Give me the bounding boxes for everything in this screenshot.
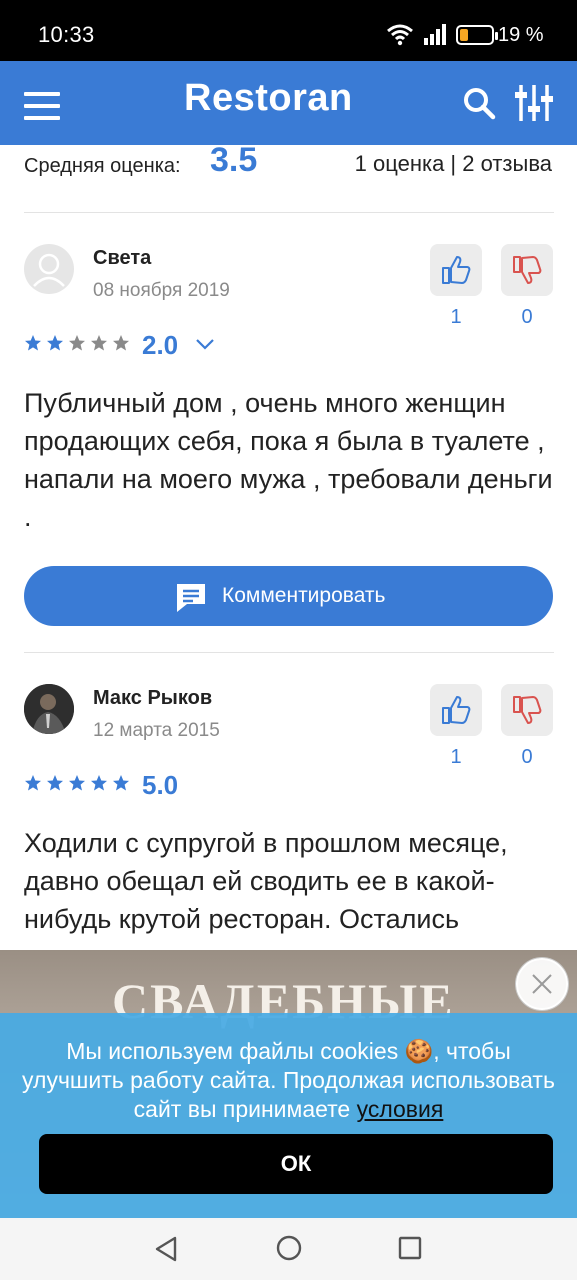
review-text: Публичный дом , очень много женщин прода…	[24, 388, 553, 532]
comment-icon	[177, 584, 205, 612]
user-photo-icon	[24, 684, 74, 734]
star-filled-icon	[47, 775, 63, 791]
rating-summary: Средняя оценка: 3.5 1 оценка | 2 отзыва	[24, 141, 554, 213]
close-icon	[532, 974, 552, 994]
rating-counts: 1 оценка | 2 отзыва	[354, 151, 552, 176]
star-filled-icon	[25, 335, 41, 351]
app-logo[interactable]: Restoran	[184, 77, 353, 120]
star-filled-icon	[91, 775, 107, 791]
star-rating	[24, 774, 134, 798]
battery-percent: 19 %	[498, 24, 544, 46]
app-header: Restoran	[0, 61, 577, 145]
signal-icon	[424, 24, 446, 45]
divider	[24, 652, 554, 653]
thumbs-up-icon	[442, 256, 471, 284]
thumbs-up-icon	[442, 696, 471, 724]
cookie-message: Мы используем файлы cookies 🍪, чтобы улу…	[22, 1038, 555, 1122]
star-rating	[24, 334, 134, 358]
review-date: 08 ноября 2019	[93, 280, 230, 301]
review-text: Ходили с супругой в прошлом месяце, давн…	[24, 828, 508, 934]
review-date: 12 марта 2015	[93, 720, 220, 741]
chevron-down-icon[interactable]	[194, 336, 216, 352]
avatar	[24, 244, 74, 294]
status-time: 10:33	[38, 22, 95, 47]
dislike-count: 0	[521, 306, 533, 328]
back-icon[interactable]	[153, 1235, 179, 1263]
status-bar: 10:33 19 %	[0, 0, 577, 61]
system-nav-bar	[0, 1218, 577, 1280]
cookie-terms-link[interactable]: условия	[357, 1096, 444, 1122]
star-filled-icon	[47, 335, 63, 351]
review-rating-value: 2.0	[142, 330, 179, 360]
star-filled-icon	[113, 775, 129, 791]
wifi-icon	[387, 24, 413, 46]
review-author[interactable]: Макс Рыков	[93, 687, 212, 710]
average-rating-label: Средняя оценка:	[24, 155, 181, 177]
like-button[interactable]	[430, 684, 482, 736]
star-empty-icon	[91, 335, 107, 351]
dislike-button[interactable]	[501, 244, 553, 296]
dislike-count: 0	[521, 746, 533, 768]
home-icon[interactable]	[276, 1235, 302, 1261]
filter-icon[interactable]	[515, 83, 553, 123]
like-count: 1	[450, 306, 462, 328]
thumbs-down-icon	[513, 696, 542, 724]
default-user-icon	[33, 253, 65, 287]
search-icon[interactable]	[462, 86, 496, 120]
star-empty-icon	[69, 335, 85, 351]
ad-close-button[interactable]	[516, 958, 568, 1010]
dislike-button[interactable]	[501, 684, 553, 736]
menu-icon[interactable]	[24, 92, 60, 122]
recent-apps-icon[interactable]	[398, 1236, 422, 1260]
comment-button-label: Комментировать	[222, 584, 386, 607]
star-empty-icon	[113, 335, 129, 351]
cookie-ok-button[interactable]: ОК	[39, 1134, 553, 1194]
average-rating-value: 3.5	[210, 141, 258, 179]
like-button[interactable]	[430, 244, 482, 296]
cookie-notice: Мы используем файлы cookies 🍪, чтобы улу…	[0, 1013, 577, 1218]
comment-button[interactable]: Комментировать	[24, 566, 553, 626]
star-filled-icon	[25, 775, 41, 791]
like-count: 1	[450, 746, 462, 768]
review-rating-value: 5.0	[142, 770, 179, 800]
thumbs-down-icon	[513, 256, 542, 284]
review-author[interactable]: Света	[93, 247, 151, 270]
star-filled-icon	[69, 775, 85, 791]
battery-icon	[456, 25, 498, 45]
avatar	[24, 684, 74, 734]
